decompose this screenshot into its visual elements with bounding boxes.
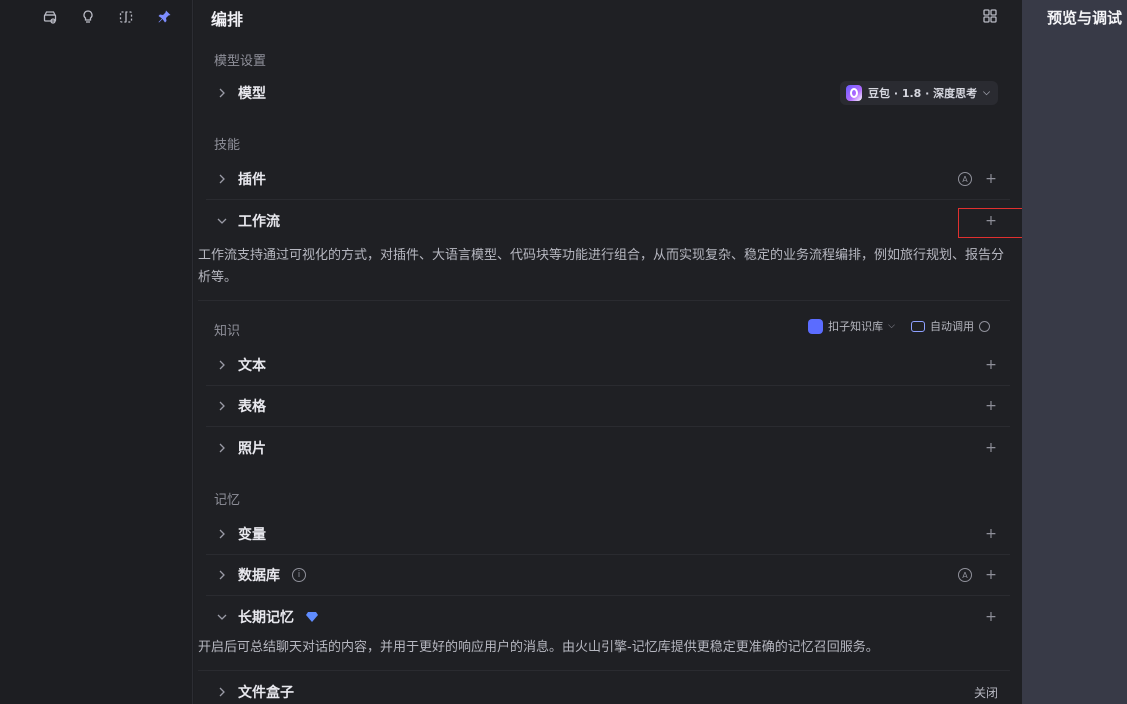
longterm-memory-row[interactable]: 长期记忆 + (206, 596, 1010, 637)
plugin-row[interactable]: 插件 A + (206, 159, 1010, 200)
chevron-right-icon[interactable] (214, 357, 230, 373)
file-box-row[interactable]: 文件盒子 关闭 (206, 677, 1010, 704)
bulb-icon[interactable] (78, 7, 98, 27)
chevron-down-icon[interactable] (214, 213, 230, 229)
chevron-right-icon[interactable] (214, 440, 230, 456)
chevron-right-icon[interactable] (214, 567, 230, 583)
row-title: 变量 (238, 527, 266, 543)
agent-icon[interactable] (40, 7, 60, 27)
knowledge-base-selector[interactable]: 扣子知识库 ⌵ (808, 318, 895, 334)
row-title: 工作流 (238, 213, 280, 230)
model-selector[interactable]: 豆包 · 1.8 · 深度思考 ⌵ (840, 80, 998, 105)
highlight-box (958, 208, 1026, 238)
section-label: 知识 (214, 323, 241, 339)
file-box-status[interactable]: 关闭 (974, 684, 998, 701)
gear-icon[interactable] (979, 320, 990, 332)
add-plugin-button[interactable]: + (984, 171, 998, 187)
chevron-right-icon[interactable] (214, 171, 230, 187)
diamond-icon (306, 611, 318, 622)
database-row[interactable]: 数据库 i A + (206, 555, 1010, 596)
add-variable-button[interactable]: + (984, 526, 998, 542)
row-title: 照片 (238, 440, 266, 457)
panel-title: 编排 (211, 10, 244, 29)
pin-icon[interactable] (154, 7, 174, 27)
row-title: 表格 (238, 399, 266, 415)
kb-avatar-icon (808, 318, 824, 334)
workflow-row[interactable]: 工作流 + (206, 200, 1010, 241)
workflow-description: 工作流支持通过可视化的方式，对插件、大语言模型、代码块等功能进行组合，从而实现复… (198, 241, 1010, 301)
knowledge-controls: 扣子知识库 ⌵ 自动调用 (808, 318, 990, 334)
row-title: 插件 (238, 172, 266, 188)
knowledge-table-row[interactable]: 表格 + (206, 386, 1010, 427)
top-toolbar (40, 7, 174, 27)
section-memory: 记忆 (206, 476, 1010, 514)
model-name: 豆包 · 1.8 · 深度思考 (868, 86, 978, 100)
orchestration-panel: 编排 模型设置 模型 豆包 · 1.8 · 深度思考 ⌵ 技能 插件 A + 工… (194, 0, 1022, 704)
preview-title: 预览与调试 (1047, 9, 1123, 27)
add-photo-button[interactable]: + (984, 440, 998, 456)
doubao-logo-icon (846, 84, 862, 101)
longterm-memory-description: 开启后可总结聊天对话的内容，并用于更好的响应用户的消息。由火山引擎-记忆库提供更… (198, 637, 1010, 671)
kb-name: 扣子知识库 (828, 320, 884, 333)
grid-layout-icon[interactable] (982, 8, 998, 24)
section-skills: 技能 (206, 121, 1010, 159)
row-title: 文件盒子 (238, 685, 294, 701)
section-label: 记忆 (214, 492, 241, 508)
info-icon[interactable]: i (292, 568, 306, 582)
chevron-right-icon[interactable] (214, 85, 230, 101)
chevron-right-icon[interactable] (214, 526, 230, 542)
knowledge-photo-row[interactable]: 照片 + (206, 427, 1010, 468)
section-label: 模型设置 (214, 53, 267, 69)
section-knowledge: 知识 扣子知识库 ⌵ 自动调用 (206, 307, 1010, 345)
kb-mode: 自动调用 (930, 320, 974, 333)
add-table-button[interactable]: + (984, 398, 998, 414)
add-database-button[interactable]: + (984, 567, 998, 583)
section-label: 技能 (214, 137, 241, 153)
add-longterm-memory-button[interactable]: + (984, 609, 998, 625)
kb-mode-selector[interactable]: 自动调用 (911, 318, 990, 334)
section-model-settings: 模型设置 (206, 40, 1010, 72)
variable-row[interactable]: 变量 + (206, 514, 1010, 555)
chevron-right-icon[interactable] (214, 398, 230, 414)
row-title: 数据库 (238, 568, 280, 584)
add-text-button[interactable]: + (984, 357, 998, 373)
knowledge-text-row[interactable]: 文本 + (206, 345, 1010, 386)
left-sidebar (0, 0, 193, 704)
auto-call-badge-icon[interactable]: A (958, 568, 972, 582)
row-title: 模型 (238, 85, 266, 102)
model-row[interactable]: 模型 豆包 · 1.8 · 深度思考 ⌵ (206, 72, 1010, 113)
preview-panel: 预览与调试 (1022, 0, 1127, 704)
split-view-icon[interactable] (116, 7, 136, 27)
row-title: 文本 (238, 358, 266, 374)
chevron-down-icon: ⌵ (983, 87, 990, 98)
chevron-right-icon[interactable] (214, 684, 230, 700)
chevron-down-icon[interactable] (214, 609, 230, 625)
panel-content: 模型设置 模型 豆包 · 1.8 · 深度思考 ⌵ 技能 插件 A + 工作流 … (198, 40, 1010, 704)
robot-icon (911, 320, 925, 332)
chevron-down-icon: ⌵ (888, 321, 895, 331)
auto-call-badge-icon[interactable]: A (958, 172, 972, 186)
row-title: 长期记忆 (238, 609, 294, 626)
